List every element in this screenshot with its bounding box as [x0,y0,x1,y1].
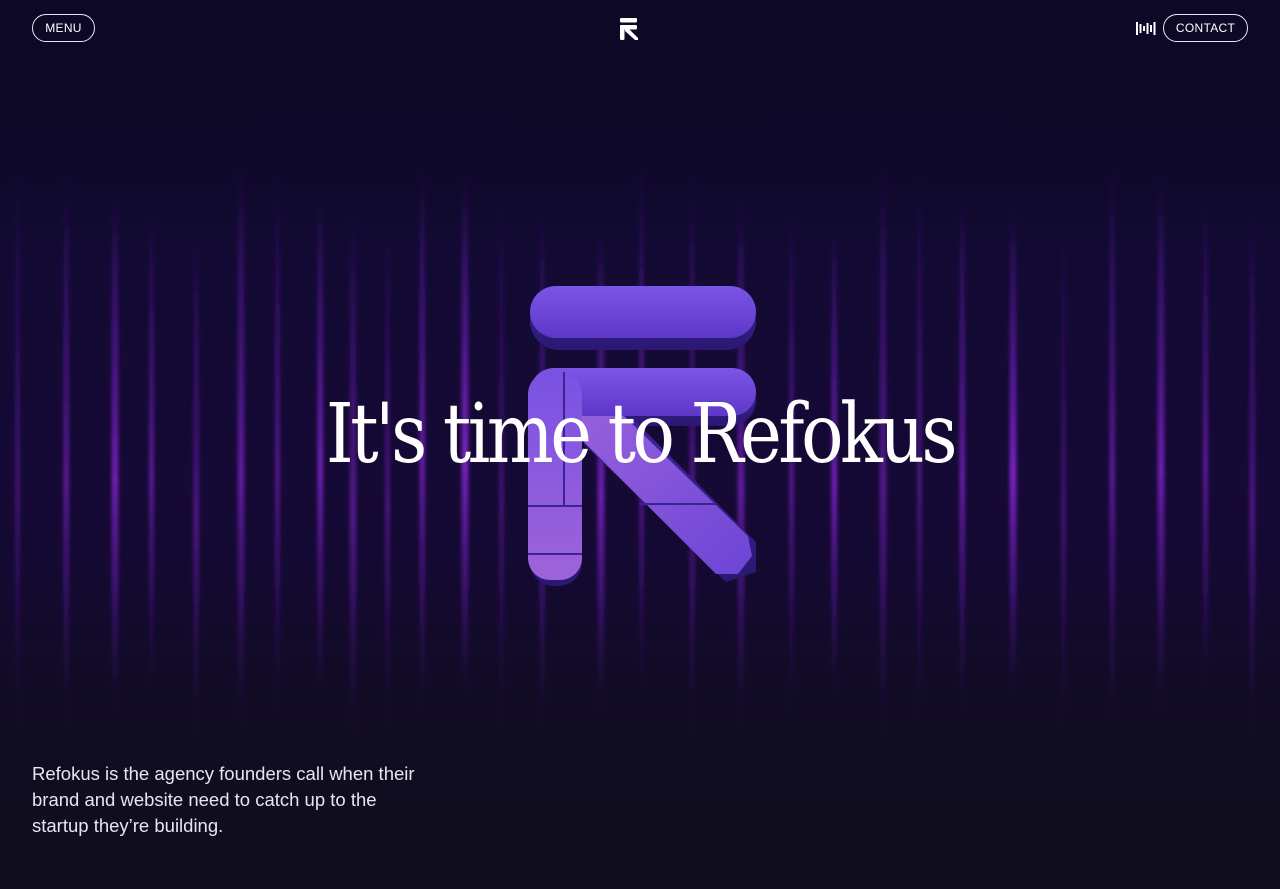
bottom-fade [0,589,1280,889]
hero-headline: It's time to Refokus [325,387,958,482]
menu-button[interactable]: MENU [32,14,95,42]
top-fade [0,0,1280,260]
intro-text: Refokus is the agency founders call when… [32,763,415,836]
refokus-logo-icon[interactable] [619,17,639,41]
hero-page: MENU CONTACT It's time to Refokus Refoku… [0,0,1280,889]
contact-button[interactable]: CONTACT [1163,14,1248,42]
sound-wave-icon[interactable] [1136,22,1156,35]
